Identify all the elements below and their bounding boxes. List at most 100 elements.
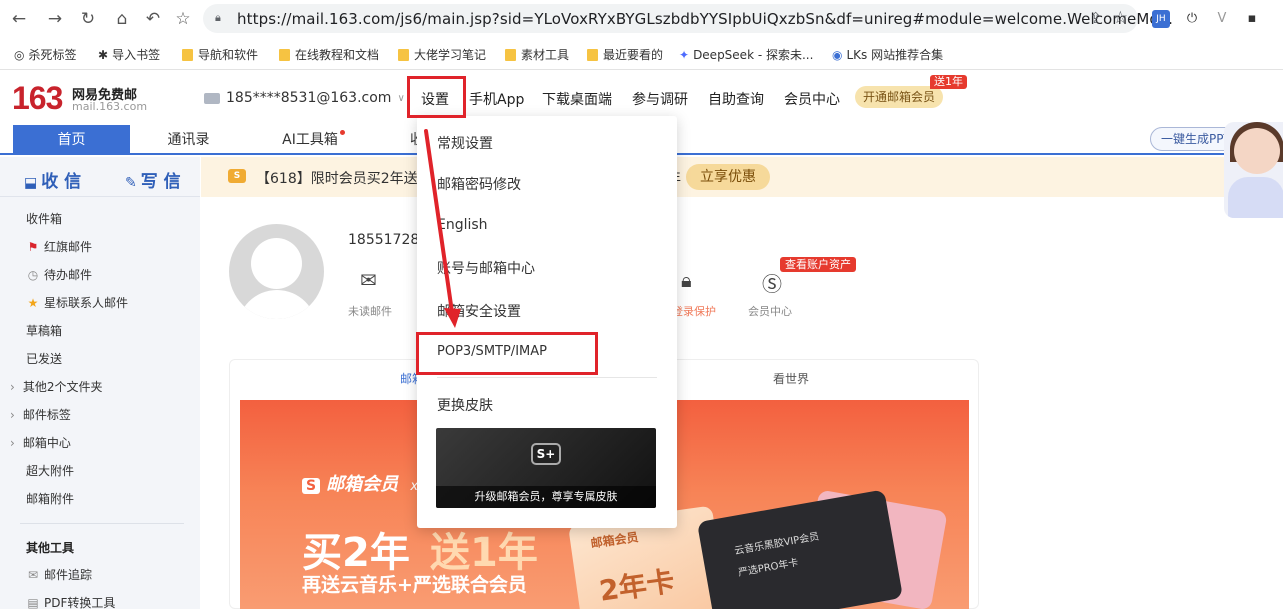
account-card-icon [204, 92, 220, 104]
mail-logo[interactable]: 163 网易免费邮 mail.163.com [12, 80, 147, 116]
nav-mobile-app[interactable]: 手机App [469, 89, 524, 109]
menu-change-skin[interactable]: 更换皮肤 [437, 395, 493, 415]
tab-ai-toolbox[interactable]: AI工具箱 [250, 125, 370, 155]
folder-drafts[interactable]: 草稿箱 [26, 322, 62, 339]
avatar-body [237, 290, 317, 319]
folder-sent[interactable]: 已发送 [26, 350, 62, 367]
folder-label: 邮件标签 [22, 408, 71, 422]
logo-number: 163 [12, 80, 63, 116]
deepseek-icon: ✦ [679, 47, 690, 62]
site-icon: ◉ [832, 47, 843, 62]
chevron-right-icon: › [10, 380, 15, 394]
undo-icon[interactable]: ↶ [142, 8, 164, 30]
folder-icon [182, 48, 193, 61]
extension-jh-icon[interactable]: JH [1152, 10, 1170, 28]
clock-icon: ◷ [27, 268, 39, 282]
menu-general-settings[interactable]: 常规设置 [437, 133, 493, 153]
address-bar[interactable]: 🔒︎ https://mail.163.com/js6/main.jsp?sid… [203, 4, 1173, 33]
bookmark-folder[interactable]: 素材工具 [505, 46, 569, 63]
ticket-brand: 邮箱会员 [589, 530, 640, 551]
extension-v-icon[interactable]: V [1212, 9, 1232, 29]
star-icon: ★ [27, 296, 39, 310]
card-tab-world[interactable]: 看世界 [773, 370, 809, 387]
nav-self-service[interactable]: 自助查询 [708, 89, 764, 109]
bookmark-item[interactable]: ✦ DeepSeek - 探索未... [679, 46, 813, 63]
banner-action-button[interactable]: 立享优惠 [686, 164, 770, 190]
forward-icon[interactable]: → [44, 8, 66, 30]
menu-account-center[interactable]: 账号与邮箱中心 [437, 258, 535, 278]
extension-box-icon[interactable]: ▪ [1242, 9, 1262, 29]
ticket-main: 2年卡 [597, 564, 677, 608]
promo-brand-label: 邮箱会员 [326, 474, 399, 495]
avatar[interactable] [229, 224, 324, 319]
menu-english[interactable]: English [437, 217, 488, 233]
mail-icon[interactable]: ✉ [360, 268, 377, 292]
tab-contacts[interactable]: 通讯录 [130, 125, 247, 155]
stat-login-protect[interactable]: 登录保护 [672, 303, 716, 319]
menu-change-password[interactable]: 邮箱密码修改 [437, 174, 521, 194]
bookmark-folder[interactable]: 导航和软件 [182, 46, 258, 63]
settings-dropdown: 常规设置 邮箱密码修改 English 账号与邮箱中心 邮箱安全设置 POP3/… [417, 116, 677, 528]
folder-todo[interactable]: ◷ 待办邮件 [26, 266, 92, 283]
account-switcher[interactable]: 185****8531@163.com ∨ [204, 90, 405, 106]
back-icon[interactable]: ← [8, 8, 30, 30]
folder-large-attachments[interactable]: 超大附件 [26, 462, 74, 479]
bookmark-folder[interactable]: 最近要看的 [587, 46, 663, 63]
tool-mail-tracking[interactable]: ✉ 邮件追踪 [26, 566, 92, 583]
vip-open-button[interactable]: 开通邮箱会员 [855, 86, 944, 108]
bookmark-label: DeepSeek - 探索未... [693, 48, 814, 62]
bookmark-label: 最近要看的 [603, 48, 664, 62]
folder-inbox[interactable]: 收件箱 [26, 210, 62, 227]
skin-preview[interactable]: S+ 升级邮箱会员，尊享专属皮肤 [436, 428, 656, 508]
nav-member-center[interactable]: 会员中心 [784, 89, 840, 109]
nav-survey[interactable]: 参与调研 [632, 89, 688, 109]
bookmark-folder[interactable]: 在线教程和文档 [279, 46, 379, 63]
write-button[interactable]: ✎ 写 信 [125, 167, 181, 192]
share-icon[interactable]: ⇪ [1089, 9, 1102, 27]
nav-desktop-download[interactable]: 下载桌面端 [542, 89, 612, 109]
bookmark-star-icon[interactable]: ☆ [172, 8, 194, 30]
vip-s-icon[interactable]: Ⓢ [762, 268, 782, 297]
bookmark-item[interactable]: ◎ 杀死标签 [14, 46, 77, 63]
folder-icon [279, 48, 290, 61]
annotation-highlight-settings [407, 76, 466, 118]
folder-tags[interactable]: › 邮件标签 [10, 406, 71, 423]
folder-label: 邮箱中心 [22, 436, 71, 450]
lock-icon[interactable]: 🔒︎ [681, 268, 692, 292]
url-text[interactable]: https://mail.163.com/js6/main.jsp?sid=YL… [237, 10, 1173, 28]
home-icon[interactable]: ⌂ [111, 8, 133, 30]
asset-badge[interactable]: 查看账户资产 [780, 257, 856, 272]
bookmark-folder[interactable]: 大佬学习笔记 [398, 46, 486, 63]
promo-banner: S 【618】限时会员买2年送1 年 立享优惠 [201, 157, 1283, 197]
bookmark-item[interactable]: ✱ 导入书签 [98, 46, 160, 63]
folder-others[interactable]: › 其他2个文件夹 [10, 378, 102, 395]
reload-icon[interactable]: ↻ [77, 8, 99, 30]
bookmark-label: 大佬学习笔记 [414, 48, 487, 62]
write-label: 写 信 [140, 172, 181, 192]
tool-pdf-convert[interactable]: ▤ PDF转换工具 [26, 594, 115, 611]
folder-label: 待办邮件 [44, 268, 93, 282]
stat-unread[interactable]: 未读邮件 [348, 303, 392, 319]
bookmark-label: 导航和软件 [198, 48, 259, 62]
tab-home[interactable]: 首页 [13, 125, 130, 155]
bookmark-item[interactable]: ◉ LKs 网站推荐合集 [832, 46, 943, 63]
bookmark-label: 杀死标签 [28, 48, 77, 62]
receive-button[interactable]: ⬓ 收 信 [24, 167, 81, 192]
sidebar-divider [20, 523, 184, 524]
power-icon[interactable]: ⏻ [1182, 9, 1202, 29]
folder-starred[interactable]: ★ 星标联系人邮件 [26, 294, 128, 311]
folder-icon [587, 48, 598, 61]
promo-black-card: 云音乐黑胶VIP会员 严选PRO年卡 [696, 489, 904, 609]
stat-member-center[interactable]: 会员中心 [748, 303, 792, 319]
folder-flagged[interactable]: ⚑ 红旗邮件 [26, 238, 92, 255]
folder-label: 星标联系人邮件 [44, 296, 129, 310]
folder-mail-center[interactable]: › 邮箱中心 [10, 434, 71, 451]
folder-attachments[interactable]: 邮箱附件 [26, 490, 74, 507]
ai-assistant-avatar[interactable] [1224, 122, 1283, 218]
menu-security-settings[interactable]: 邮箱安全设置 [437, 301, 521, 321]
black-card-line2: 严选PRO年卡 [737, 557, 800, 579]
black-card-line1: 云音乐黑胶VIP会员 [733, 531, 821, 558]
folder-icon [505, 48, 516, 61]
tab-ai-toolbox-label: AI工具箱 [282, 132, 338, 148]
star-icon[interactable]: ☆ [1113, 8, 1128, 28]
